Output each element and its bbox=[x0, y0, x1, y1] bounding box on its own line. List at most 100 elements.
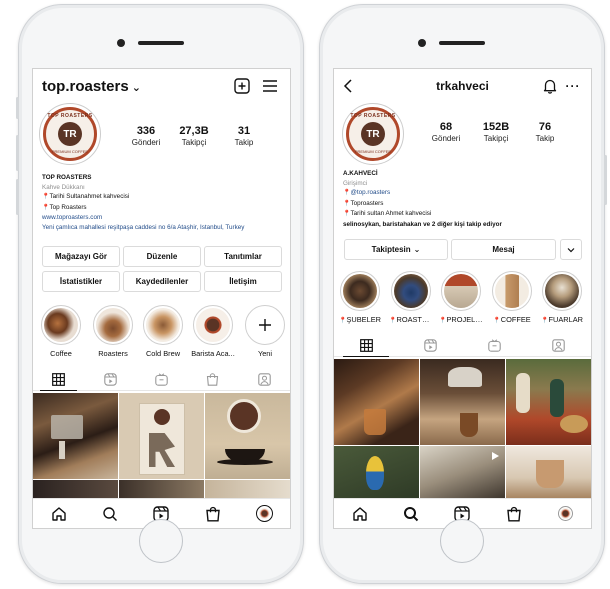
highlight-coffee[interactable]: Coffee bbox=[39, 305, 83, 358]
tab-grid[interactable] bbox=[334, 335, 398, 357]
tab-grid[interactable] bbox=[33, 369, 84, 391]
stat-label: Gönderi bbox=[131, 138, 161, 147]
bio-address-link[interactable]: Yeni çamlıca mahallesi reşitpaşa caddesi… bbox=[42, 223, 284, 233]
stat-followers[interactable]: 27,3B Takipçi bbox=[169, 125, 219, 147]
shopping-bag-icon bbox=[507, 506, 521, 521]
highlight-cover bbox=[93, 305, 133, 345]
post-grid bbox=[33, 393, 290, 500]
tab-shop[interactable] bbox=[187, 369, 238, 390]
new-post-button[interactable] bbox=[233, 77, 251, 95]
home-icon bbox=[51, 506, 66, 521]
bio-line: 📍Tarihi Sultanahmet kahvecisi bbox=[42, 192, 284, 203]
post-thumbnail-video[interactable] bbox=[420, 446, 505, 499]
more-options-button[interactable]: ··· bbox=[564, 77, 582, 95]
highlight-roasters[interactable]: Roasters bbox=[91, 305, 135, 358]
suggested-accounts-button[interactable] bbox=[560, 239, 582, 260]
post-thumbnail[interactable] bbox=[119, 480, 204, 500]
followed-by-text[interactable]: selinosykan, baristahakan ve 2 diğer kiş… bbox=[343, 220, 585, 230]
post-thumbnail-kettle-pour[interactable] bbox=[420, 359, 505, 445]
home-button[interactable] bbox=[139, 519, 183, 563]
avatar-logo-top-text: TOP ROASTERS bbox=[350, 113, 396, 119]
view-shop-button[interactable]: Mağazayı Gör bbox=[42, 246, 120, 267]
highlight-roasters[interactable]: 📍ROASTE... bbox=[389, 271, 433, 324]
notifications-button[interactable] bbox=[541, 77, 559, 95]
post-thumbnail-espresso-bag[interactable] bbox=[119, 393, 204, 479]
bio-mention-link[interactable]: @top.roasters bbox=[350, 189, 390, 196]
nav-home[interactable] bbox=[348, 502, 372, 526]
highlight-barista-academy[interactable]: Barista Aca... bbox=[191, 305, 235, 358]
menu-button[interactable] bbox=[261, 77, 279, 95]
profile-avatar[interactable]: TOP ROASTERS TR PREMIUM COFFEE bbox=[39, 103, 101, 165]
nav-search[interactable] bbox=[98, 502, 122, 526]
highlight-cover bbox=[542, 271, 582, 311]
tagged-person-icon bbox=[258, 373, 271, 386]
bio-category: Kahve Dükkanı bbox=[42, 183, 85, 191]
highlight-fuarlar[interactable]: 📍FUARLAR bbox=[540, 271, 584, 324]
highlight-cold-brew[interactable]: Cold Brew bbox=[141, 305, 185, 358]
saved-button[interactable]: Kaydedilenler bbox=[123, 271, 201, 292]
nav-profile[interactable] bbox=[252, 502, 276, 526]
bio-name: TOP ROASTERS bbox=[42, 174, 92, 181]
bio-line-text: Tarihi sultan Ahmet kahvecisi bbox=[350, 210, 432, 218]
promotions-button[interactable]: Tanıtımlar bbox=[204, 246, 282, 267]
stat-following[interactable]: 76 Takip bbox=[520, 121, 570, 143]
bio-name: A.KAHVECİ bbox=[343, 170, 378, 177]
tab-igtv[interactable] bbox=[136, 369, 187, 390]
bio-line-text: Top Roasters bbox=[49, 203, 87, 211]
profile-avatar-icon bbox=[255, 505, 273, 522]
tab-tagged[interactable] bbox=[239, 369, 290, 390]
highlight-subeler[interactable]: 📍ŞUBELER bbox=[338, 271, 382, 324]
highlight-projeler[interactable]: 📍PROJELER bbox=[439, 271, 483, 324]
nav-shop[interactable] bbox=[502, 502, 526, 526]
insights-button[interactable]: İstatistikler bbox=[42, 271, 120, 292]
home-button[interactable] bbox=[440, 519, 484, 563]
nav-home[interactable] bbox=[47, 502, 71, 526]
instagram-screen-left: top.roasters ⌄ TOP ROASTERS TR PREMIUM CO… bbox=[32, 68, 291, 529]
stat-following[interactable]: 31 Takip bbox=[219, 125, 269, 147]
tab-reels[interactable] bbox=[398, 335, 462, 356]
machine-shape bbox=[51, 415, 83, 439]
edit-profile-button[interactable]: Düzenle bbox=[123, 246, 201, 267]
highlight-label: 📍COFFEE bbox=[490, 315, 534, 324]
stat-value: 31 bbox=[237, 125, 251, 137]
highlight-label: 📍FUARLAR bbox=[540, 315, 584, 324]
grid-icon bbox=[359, 339, 373, 352]
post-thumbnail-parrot[interactable] bbox=[334, 446, 419, 499]
stat-posts[interactable]: 336 Gönderi bbox=[121, 125, 171, 147]
front-camera bbox=[418, 39, 426, 47]
plus-square-icon bbox=[234, 78, 250, 94]
bio-line: 📍Top Roasters bbox=[42, 203, 284, 214]
contact-button[interactable]: İletişim bbox=[204, 271, 282, 292]
nav-shop[interactable] bbox=[201, 502, 225, 526]
following-button[interactable]: Takiptesin ⌄ bbox=[344, 239, 448, 260]
machine-group-head bbox=[59, 441, 65, 459]
nav-search[interactable] bbox=[399, 502, 423, 526]
stat-label: Takip bbox=[234, 138, 254, 147]
chevron-down-icon: ⌄ bbox=[413, 245, 421, 254]
post-thumbnail-coffee-cup[interactable] bbox=[205, 393, 290, 479]
highlight-new[interactable]: Yeni bbox=[243, 305, 287, 358]
post-thumbnail[interactable] bbox=[205, 480, 290, 500]
post-thumbnail[interactable] bbox=[33, 480, 118, 500]
highlight-cover bbox=[441, 271, 481, 311]
stat-followers[interactable]: 152B Takipçi bbox=[471, 121, 521, 143]
phone-frame-left: top.roasters ⌄ TOP ROASTERS TR PREMIUM CO… bbox=[16, 4, 304, 584]
cup-shape bbox=[536, 460, 564, 488]
highlight-coffee[interactable]: 📍COFFEE bbox=[490, 271, 534, 324]
post-thumbnail-barista-pour[interactable] bbox=[334, 359, 419, 445]
post-thumbnail-cups[interactable] bbox=[506, 446, 591, 499]
highlight-label: 📍ROASTE... bbox=[389, 315, 433, 324]
post-thumbnail-coffee-farm[interactable] bbox=[506, 359, 591, 445]
profile-avatar[interactable]: TOP ROASTERS TR PREMIUM COFFEE bbox=[342, 103, 404, 165]
post-thumbnail-espresso-machine[interactable] bbox=[33, 393, 118, 479]
tab-tagged[interactable] bbox=[527, 335, 591, 356]
nav-profile[interactable] bbox=[553, 502, 577, 526]
bio-line: 📍@top.roasters bbox=[343, 188, 585, 199]
message-button[interactable]: Mesaj bbox=[451, 239, 556, 260]
earpiece-speaker bbox=[138, 41, 184, 45]
stat-posts[interactable]: 68 Gönderi bbox=[421, 121, 471, 143]
tab-igtv[interactable] bbox=[463, 335, 527, 356]
tab-reels[interactable] bbox=[84, 369, 135, 390]
username-switcher[interactable]: top.roasters ⌄ bbox=[42, 78, 141, 95]
bio-website-link[interactable]: www.toproasters.com bbox=[42, 213, 284, 223]
